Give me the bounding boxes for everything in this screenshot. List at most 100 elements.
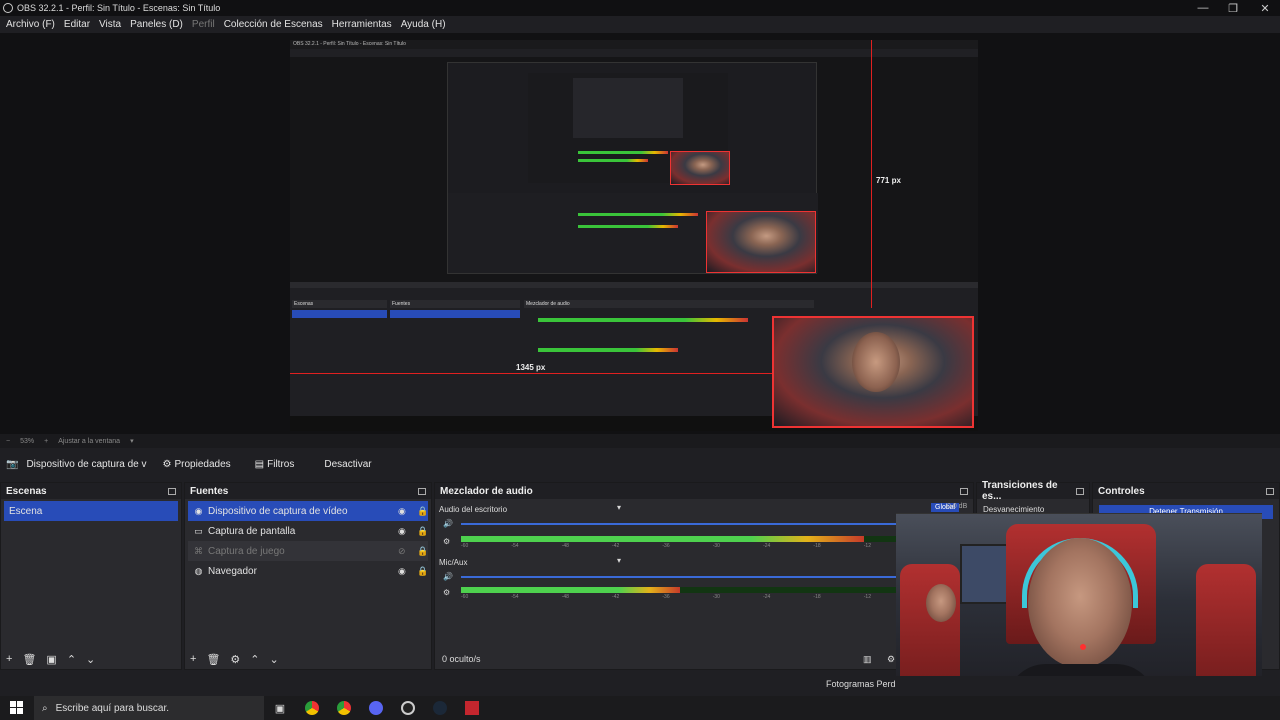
channel-menu-icon[interactable]: ▾ xyxy=(617,556,621,565)
properties-label: Propiedades xyxy=(174,458,231,470)
window-title: OBS 32.2.1 - Perfil: Sin Título - Escena… xyxy=(17,3,221,13)
autocad-icon[interactable] xyxy=(456,696,488,720)
add-source-icon[interactable]: + xyxy=(190,653,196,665)
remove-source-icon[interactable]: 🗑 xyxy=(206,653,220,666)
speaker-icon[interactable]: 🔊 xyxy=(443,572,453,581)
eye-hidden-icon[interactable]: ⊘ xyxy=(398,546,406,557)
transitions-title: Transiciones de es... xyxy=(982,480,1058,502)
measure-horizontal-label: 1345 px xyxy=(516,363,546,372)
sources-dock: Fuentes ◉ Dispositivo de captura de víde… xyxy=(184,482,432,670)
source-item[interactable]: ⌘ Captura de juego ⊘ 🔒 xyxy=(188,541,428,561)
settings-icon[interactable]: ⚙ xyxy=(443,537,450,546)
zoom-dropdown-icon[interactable]: ▾ xyxy=(130,437,134,445)
search-icon: ⌕ xyxy=(42,702,48,714)
add-scene-icon[interactable]: + xyxy=(6,653,12,665)
zoom-fit-label[interactable]: Ajustar a la ventana xyxy=(58,438,120,445)
windows-start-icon[interactable] xyxy=(0,696,34,720)
sources-dock-header: Fuentes xyxy=(185,483,431,499)
eye-icon[interactable]: ◉ xyxy=(398,566,406,577)
gamepad-icon: ⌘ xyxy=(194,545,203,556)
source-item[interactable]: ◍ Navegador ◉ 🔒 xyxy=(188,561,429,581)
channel-name: Audio del escritorio xyxy=(439,505,508,514)
steam-icon[interactable] xyxy=(424,696,456,720)
scenes-dock: Escenas Escena + 🗑 ▣ ⌃ ⌄ xyxy=(0,482,182,670)
properties-button[interactable]: ⚙ Propiedades xyxy=(155,454,239,474)
chrome-icon[interactable] xyxy=(296,696,328,720)
filter-icon: ▤ xyxy=(254,458,265,470)
nested-obs-window xyxy=(447,62,818,274)
source-properties-icon[interactable]: ⚙ xyxy=(230,653,240,666)
undock-icon[interactable] xyxy=(1266,487,1274,495)
lock-icon[interactable]: 🔒 xyxy=(417,506,428,517)
menu-edit[interactable]: Editar xyxy=(64,19,90,30)
deactivate-button[interactable]: Desactivar xyxy=(316,454,379,474)
source-item-label: Dispositivo de captura de vídeo xyxy=(208,505,348,517)
source-item-label: Captura de pantalla xyxy=(208,525,296,537)
lock-icon[interactable]: 🔒 xyxy=(417,526,428,537)
eye-icon[interactable]: ◉ xyxy=(398,526,406,537)
move-down-icon[interactable]: ⌄ xyxy=(86,653,95,666)
taskbar-search[interactable]: ⌕ Escribe aquí para buscar. xyxy=(34,696,264,720)
undock-icon[interactable] xyxy=(168,487,176,495)
camera-icon: ◉ xyxy=(194,505,203,516)
taskbar-search-placeholder: Escribe aquí para buscar. xyxy=(55,702,170,714)
obs-logo-icon xyxy=(3,3,13,13)
speaker-icon[interactable]: 🔊 xyxy=(443,519,453,528)
obs-icon[interactable] xyxy=(392,696,424,720)
settings-icon[interactable]: ⚙ xyxy=(443,588,450,597)
lock-icon[interactable]: 🔒 xyxy=(417,566,428,577)
mixer-footer: 0 oculto/s ▥ ⚙ xyxy=(435,649,973,669)
zoom-out-button[interactable]: − xyxy=(6,438,10,445)
db-label: 0.0 dB xyxy=(947,503,968,510)
monitor-icon: ▭ xyxy=(194,525,203,536)
sources-title: Fuentes xyxy=(190,485,229,497)
channel-name: Mic/Aux xyxy=(439,558,468,567)
menu-profile[interactable]: Perfil xyxy=(192,19,215,30)
scenes-footer: + 🗑 ▣ ⌃ ⌄ xyxy=(1,649,181,669)
meter-ticks: -60 -54 -48 -42 -36 -30 -24 -18 -12 xyxy=(461,594,871,600)
menu-docks[interactable]: Paneles (D) xyxy=(130,19,183,30)
source-item[interactable]: ◉ Dispositivo de captura de vídeo ◉ 🔒 xyxy=(188,501,428,521)
mixer-layout-icon[interactable]: ▥ xyxy=(863,654,872,665)
preview-area[interactable]: OBS 32.2.1 - Perfil: Sin Título - Escena… xyxy=(0,33,1280,434)
undock-icon[interactable] xyxy=(1076,487,1084,495)
windows-taskbar: ⌕ Escribe aquí para buscar. ▣ xyxy=(0,696,1280,720)
undock-icon[interactable] xyxy=(960,487,968,495)
chrome-icon[interactable] xyxy=(328,696,360,720)
move-down-icon[interactable]: ⌄ xyxy=(270,653,279,666)
maximize-button[interactable]: ❐ xyxy=(1218,0,1248,16)
scene-item[interactable]: Escena xyxy=(4,501,178,521)
close-button[interactable]: ✕ xyxy=(1250,0,1280,16)
menu-tools[interactable]: Herramientas xyxy=(332,19,392,30)
task-view-icon[interactable]: ▣ xyxy=(264,696,296,720)
preview-canvas[interactable]: OBS 32.2.1 - Perfil: Sin Título - Escena… xyxy=(290,40,978,431)
minimize-button[interactable]: — xyxy=(1188,0,1218,16)
selected-source-name: Dispositivo de captura de v xyxy=(26,458,147,470)
source-item[interactable]: ▭ Captura de pantalla ◉ 🔒 xyxy=(188,521,428,541)
menu-help[interactable]: Ayuda (H) xyxy=(401,19,446,30)
globe-icon: ◍ xyxy=(194,565,203,576)
gear-icon: ⚙ xyxy=(162,458,172,470)
remove-scene-icon[interactable]: 🗑 xyxy=(22,653,36,666)
move-up-icon[interactable]: ⌃ xyxy=(250,653,259,666)
preview-webcam-source[interactable] xyxy=(772,316,974,428)
measure-line-horizontal xyxy=(290,373,772,374)
lock-icon[interactable]: 🔒 xyxy=(417,546,428,557)
scenes-dock-header: Escenas xyxy=(1,483,181,499)
mixer-settings-icon[interactable]: ⚙ xyxy=(887,654,895,665)
zoom-in-button[interactable]: + xyxy=(44,438,48,445)
volume-slider[interactable] xyxy=(461,576,899,578)
eye-icon[interactable]: ◉ xyxy=(398,506,406,517)
menu-scene-collection[interactable]: Colección de Escenas xyxy=(224,19,323,30)
filters-button[interactable]: ▤ Filtros xyxy=(247,454,303,474)
scene-filters-icon[interactable]: ▣ xyxy=(46,653,56,666)
dropped-frames-label: Fotogramas Perd xyxy=(826,679,896,689)
undock-icon[interactable] xyxy=(418,487,426,495)
discord-icon[interactable] xyxy=(360,696,392,720)
channel-menu-icon[interactable]: ▾ xyxy=(617,503,621,512)
volume-slider[interactable] xyxy=(461,523,899,525)
menu-file[interactable]: Archivo (F) xyxy=(6,19,55,30)
move-up-icon[interactable]: ⌃ xyxy=(67,653,76,666)
nested-capture xyxy=(290,57,978,282)
menu-view[interactable]: Vista xyxy=(99,19,121,30)
